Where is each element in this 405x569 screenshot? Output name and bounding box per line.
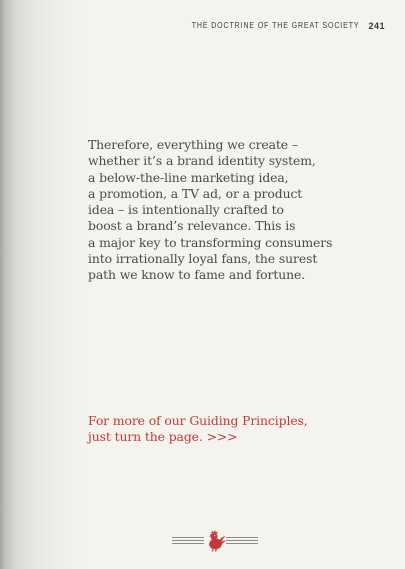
left-rules [172, 537, 204, 544]
book-page: THE DOCTRINE OF THE GREAT SOCIETY 241 Th… [0, 0, 405, 569]
right-rules [226, 537, 258, 544]
guiding-principles-note: For more of our Guiding Principles, just… [88, 413, 308, 445]
footer-ornament [170, 530, 260, 552]
page-number: 241 [368, 21, 385, 31]
running-title: THE DOCTRINE OF THE GREAT SOCIETY [191, 21, 360, 31]
rooster-emblem-icon [172, 530, 258, 552]
rooster-figure [208, 530, 226, 552]
body-paragraph: Therefore, everything we create – whethe… [88, 137, 333, 283]
running-head: THE DOCTRINE OF THE GREAT SOCIETY 241 [192, 19, 385, 33]
rooster-eye [214, 535, 216, 537]
